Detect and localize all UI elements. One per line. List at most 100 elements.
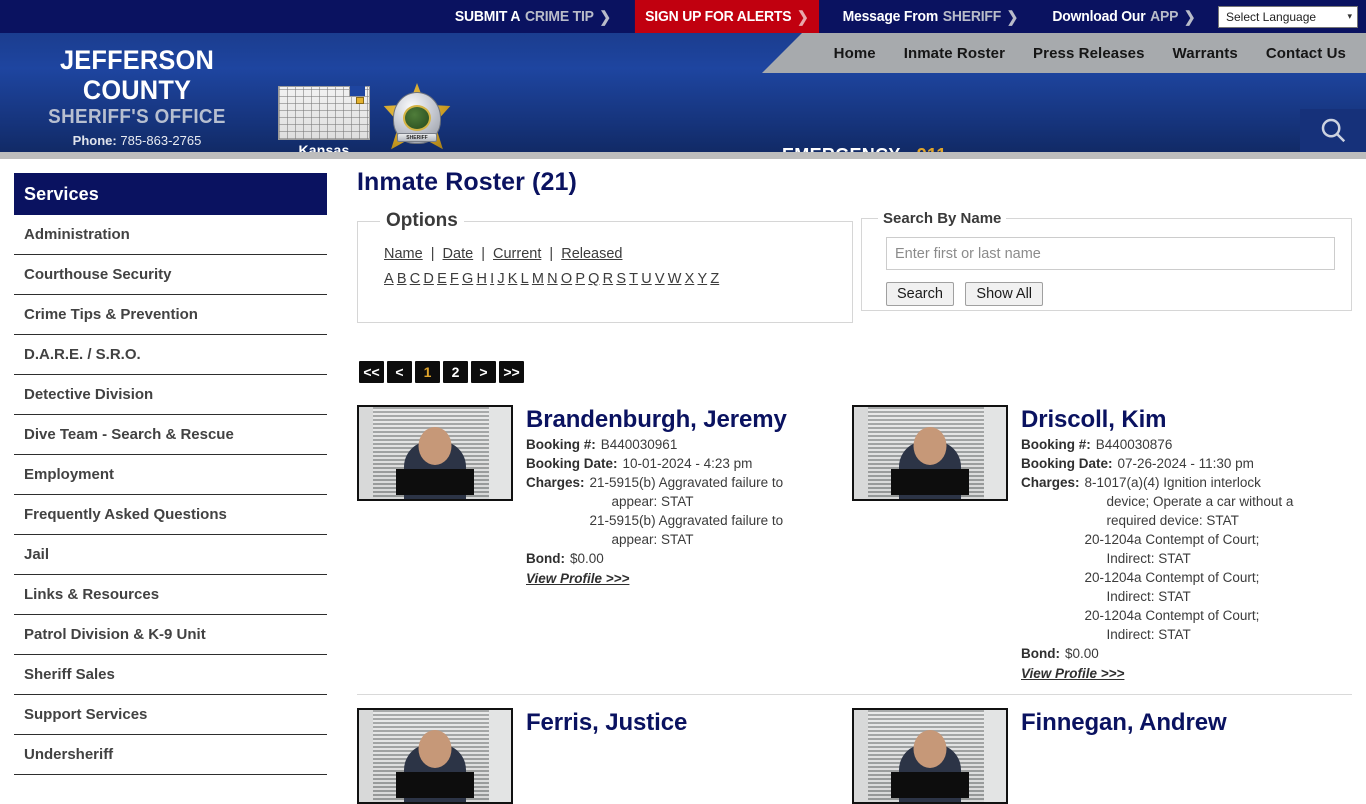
link-dim-text: CRIME TIP (525, 8, 594, 25)
view-profile-link[interactable]: View Profile >>> (1021, 664, 1124, 683)
sort-link-date[interactable]: Date (443, 246, 474, 262)
nav-item-inmate-roster[interactable]: Inmate Roster (890, 45, 1019, 62)
alpha-filter-l[interactable]: L (521, 271, 529, 287)
alpha-filter-u[interactable]: U (641, 271, 651, 287)
inmate-mugshot (852, 405, 1008, 501)
inmate-booking-number-row: Booking #: B440030961 (526, 435, 787, 454)
brand-county-name: JEFFERSON COUNTY (59, 45, 214, 105)
jefferson-county-highlight (356, 97, 364, 104)
view-profile-link[interactable]: View Profile >>> (526, 569, 629, 588)
pagination-page-1[interactable]: 1 (415, 361, 440, 383)
alpha-filter-y[interactable]: Y (697, 271, 707, 287)
chevron-right-icon: ❯ (796, 8, 809, 26)
show-all-button[interactable]: Show All (965, 282, 1044, 306)
badge-state-seal (403, 105, 431, 131)
alpha-filter-a[interactable]: A (384, 271, 394, 287)
alpha-filter-m[interactable]: M (532, 271, 544, 287)
alpha-filter-g[interactable]: G (462, 271, 473, 287)
sidebar-item-sheriff-sales[interactable]: Sheriff Sales (14, 655, 327, 695)
sidebar-item-employment[interactable]: Employment (14, 455, 327, 495)
mugshot-wall-right (984, 407, 1006, 499)
alpha-filter-k[interactable]: K (508, 271, 518, 287)
brand-office-name: SHERIFF'S OFFICE (48, 106, 226, 128)
sidebar-item-courthouse-security[interactable]: Courthouse Security (14, 255, 327, 295)
alpha-filter-e[interactable]: E (437, 271, 447, 287)
link-dim-text: APP (1150, 8, 1179, 25)
sidebar-item-patrol-division-k9[interactable]: Patrol Division & K-9 Unit (14, 615, 327, 655)
inmate-mugshot (357, 405, 513, 501)
separator: | (549, 246, 554, 262)
pagination-prev[interactable]: < (387, 361, 412, 383)
download-our-app-link[interactable]: Download Our APP ❯ (1042, 0, 1205, 33)
header-divider (0, 152, 1366, 159)
alpha-filter-x[interactable]: X (685, 271, 695, 287)
chevron-right-icon: ❯ (599, 8, 611, 26)
sidebar-item-faq[interactable]: Frequently Asked Questions (14, 495, 327, 535)
message-from-sheriff-link[interactable]: Message From SHERIFF ❯ (833, 0, 1029, 33)
language-select[interactable]: Select Language ▾ (1218, 5, 1358, 28)
alpha-filter-w[interactable]: W (668, 271, 682, 287)
sidebar-item-administration[interactable]: Administration (14, 215, 327, 255)
pagination-first[interactable]: << (359, 361, 384, 383)
bond-label: Bond: (1021, 646, 1060, 661)
kansas-map-icon (278, 86, 370, 140)
separator: | (481, 246, 485, 262)
pagination-last[interactable]: >> (499, 361, 524, 383)
sort-link-name[interactable]: Name (384, 246, 423, 262)
charge-line: required device: STAT (1106, 513, 1239, 528)
brand-phone: Phone: 785-863-2765 (8, 130, 266, 152)
kansas-map-label: Kansas (298, 142, 350, 152)
alpha-filter-n[interactable]: N (547, 271, 557, 287)
alpha-filter-h[interactable]: H (476, 271, 486, 287)
chevron-down-icon: ▾ (1347, 11, 1352, 21)
pagination-next[interactable]: > (471, 361, 496, 383)
site-header: JEFFERSON COUNTY SHERIFF'S OFFICE Phone:… (0, 33, 1366, 152)
sort-link-released[interactable]: Released (561, 246, 622, 262)
nav-item-contact-us[interactable]: Contact Us (1252, 45, 1360, 62)
sidebar-title: Services (14, 173, 327, 215)
emergency-number: 911 (917, 145, 947, 152)
nav-item-warrants[interactable]: Warrants (1159, 45, 1252, 62)
pagination-page-2[interactable]: 2 (443, 361, 468, 383)
search-button[interactable]: Search (886, 282, 954, 306)
alpha-filter-d[interactable]: D (423, 271, 433, 287)
alpha-filter-t[interactable]: T (629, 271, 638, 287)
alpha-filter-f[interactable]: F (450, 271, 459, 287)
search-icon[interactable] (1318, 115, 1348, 150)
charge-line: 21-5915(b) Aggravated failure to (589, 513, 784, 528)
alpha-filter-v[interactable]: V (655, 271, 665, 287)
alpha-filter-i[interactable]: I (490, 271, 494, 287)
alpha-filter-b[interactable]: B (397, 271, 407, 287)
link-strong-text: SIGN UP FOR ALERTS (644, 8, 792, 25)
search-input[interactable] (886, 237, 1335, 270)
sort-link-current[interactable]: Current (493, 246, 541, 262)
charge-line: 20-1204a Contempt of Court; (1084, 532, 1260, 547)
sidebar-item-dare-sro[interactable]: D.A.R.E. / S.R.O. (14, 335, 327, 375)
alpha-filter-p[interactable]: P (575, 271, 585, 287)
charge-line: 21-5915(b) Aggravated failure to (589, 475, 784, 490)
alpha-filter-r[interactable]: R (603, 271, 613, 287)
nav-item-home[interactable]: Home (820, 45, 890, 62)
inmate-bond-row: Bond: $0.00 (1021, 644, 1293, 663)
alpha-filter-c[interactable]: C (410, 271, 420, 287)
top-utility-bar: SUBMIT A CRIME TIP ❯ SIGN UP FOR ALERTS … (0, 0, 1366, 33)
alpha-filter-s[interactable]: S (616, 271, 626, 287)
alpha-filter-j[interactable]: J (497, 271, 504, 287)
submit-crime-tip-link[interactable]: SUBMIT A CRIME TIP ❯ (445, 0, 621, 33)
sidebar-item-jail[interactable]: Jail (14, 535, 327, 575)
sidebar-item-detective-division[interactable]: Detective Division (14, 375, 327, 415)
alpha-filter-z[interactable]: Z (710, 271, 719, 287)
sidebar-item-undersheriff[interactable]: Undersheriff (14, 735, 327, 775)
sidebar-item-dive-team[interactable]: Dive Team - Search & Rescue (14, 415, 327, 455)
sidebar-item-links-resources[interactable]: Links & Resources (14, 575, 327, 615)
link-strong-text: Download Our (1052, 8, 1146, 25)
alpha-filter-q[interactable]: Q (588, 271, 599, 287)
sidebar-item-crime-tips-prevention[interactable]: Crime Tips & Prevention (14, 295, 327, 335)
nav-item-press-releases[interactable]: Press Releases (1019, 45, 1159, 62)
sidebar-item-support-services[interactable]: Support Services (14, 695, 327, 735)
inmate-charges-row: Charges: 8-1017(a)(4) Ignition interlock… (1021, 473, 1293, 644)
brand-block[interactable]: JEFFERSON COUNTY SHERIFF'S OFFICE Phone:… (8, 45, 266, 152)
alpha-filter-o[interactable]: O (561, 271, 572, 287)
map-notch (349, 86, 365, 97)
sign-up-for-alerts-link[interactable]: SIGN UP FOR ALERTS ❯ (634, 0, 819, 33)
